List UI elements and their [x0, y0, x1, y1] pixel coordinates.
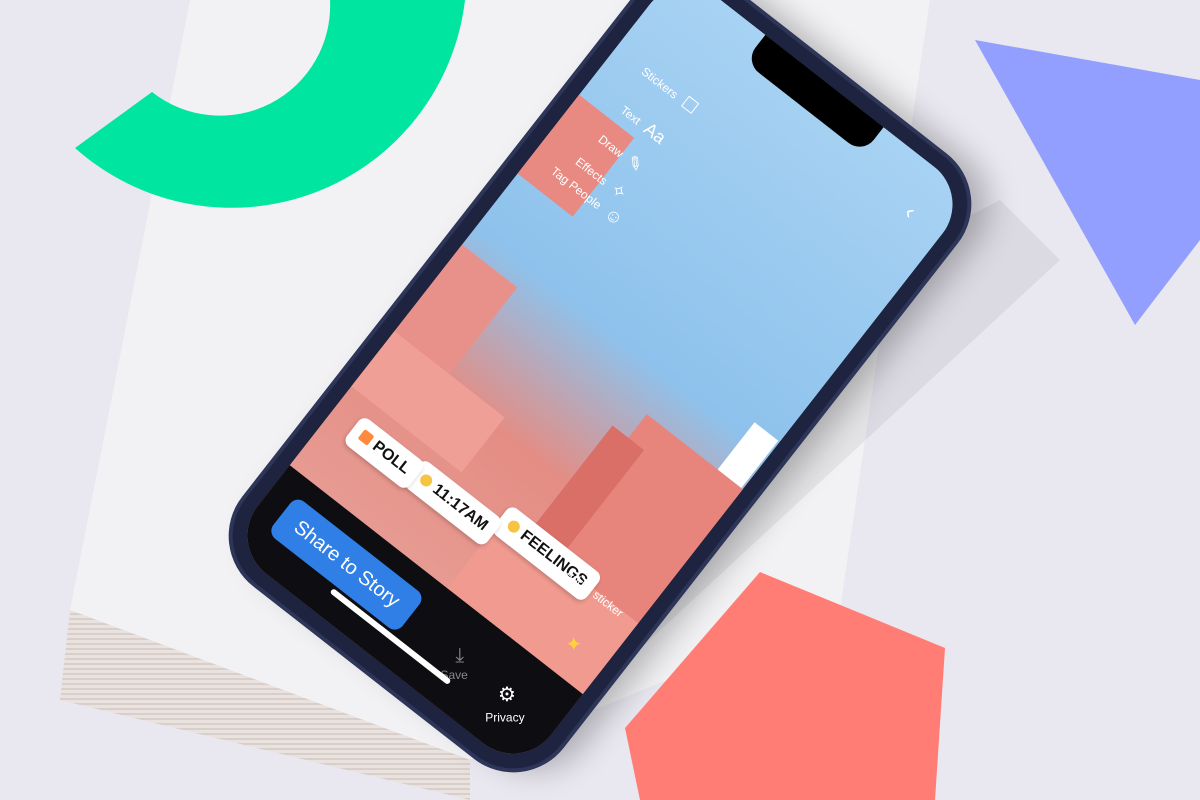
clock-icon — [417, 472, 435, 489]
sparkle-icon: ✦ — [565, 634, 583, 657]
gear-icon[interactable]: ⚙ — [498, 682, 516, 707]
poll-bars-icon — [357, 429, 375, 446]
scene: ⚙ Privacy ⤓ Save Share to Story FEELINGS… — [0, 0, 1200, 800]
smiley-icon — [505, 518, 523, 536]
download-icon[interactable]: ⤓ — [455, 644, 464, 667]
privacy-label[interactable]: Privacy — [485, 710, 524, 724]
